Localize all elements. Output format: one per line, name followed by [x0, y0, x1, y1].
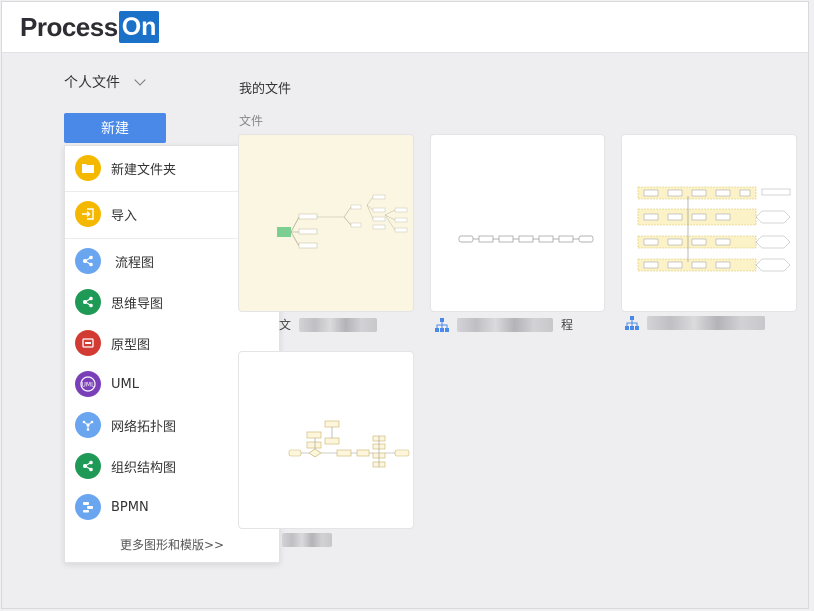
uml-icon: UML: [75, 371, 101, 397]
network-icon: [75, 412, 101, 438]
menu-item-label: 流程图: [115, 255, 155, 271]
menu-item-label: 网络拓扑图: [111, 419, 177, 435]
file-thumbnail: [458, 235, 594, 243]
import-icon: [75, 201, 101, 227]
file-caption[interactable]: [625, 316, 765, 330]
file-title: 文: [279, 318, 292, 332]
file-thumbnail: [277, 194, 408, 249]
flowchart-file-icon: [435, 317, 449, 332]
menu-item-label: UML: [111, 376, 139, 392]
blurred-file-title: [282, 533, 332, 547]
folder-icon: [75, 155, 101, 181]
file-caption[interactable]: 文: [279, 316, 378, 333]
file-caption[interactable]: [282, 533, 332, 547]
section-label-files: 文件: [239, 114, 264, 128]
top-bar: Process On: [2, 2, 808, 53]
menu-item-label: 组织结构图: [111, 460, 177, 476]
prototype-icon: [75, 330, 101, 356]
more-templates-link[interactable]: 更多图形和模版>>: [65, 536, 279, 553]
menu-item-label: 原型图: [111, 337, 151, 353]
file-thumbnail: [637, 186, 791, 272]
new-button[interactable]: 新建: [64, 113, 166, 143]
file-card-flowchart[interactable]: [430, 134, 605, 312]
blurred-file-title: [647, 316, 765, 330]
logo-text: Process: [20, 11, 118, 42]
processon-logo[interactable]: Process On: [20, 11, 160, 43]
file-card-mindmap[interactable]: [238, 134, 414, 312]
breadcrumb[interactable]: 我的文件: [239, 78, 291, 97]
flowchart-file-icon: [625, 316, 639, 330]
chevron-down-icon: [134, 74, 146, 86]
file-caption[interactable]: 程: [435, 316, 573, 333]
menu-item-label: BPMN: [111, 499, 149, 515]
svg-text:UML: UML: [82, 382, 96, 389]
file-card-flowchart-2[interactable]: [238, 351, 414, 529]
workspace-selector[interactable]: 个人文件: [64, 72, 146, 92]
menu-item-label: 新建文件夹: [111, 162, 177, 178]
logo-badge: On: [118, 11, 160, 43]
file-card-swimlane[interactable]: [621, 134, 797, 312]
blurred-file-title: [299, 317, 378, 332]
blurred-file-title: [457, 317, 553, 332]
orgchart-icon: [75, 453, 101, 479]
menu-item-label: 导入: [111, 208, 138, 224]
bpmn-icon: [75, 494, 101, 520]
file-title-suffix: 程: [561, 318, 574, 332]
menu-item-label: 思维导图: [111, 296, 164, 312]
mindmap-icon: [75, 289, 101, 315]
workspace-label: 个人文件: [64, 75, 120, 91]
flowchart-icon: [75, 248, 101, 274]
file-thumbnail: [288, 420, 410, 468]
app-window: Process On 个人文件 新建 新建文件夹 导入 流程图 思维导图 原型图…: [1, 1, 809, 609]
